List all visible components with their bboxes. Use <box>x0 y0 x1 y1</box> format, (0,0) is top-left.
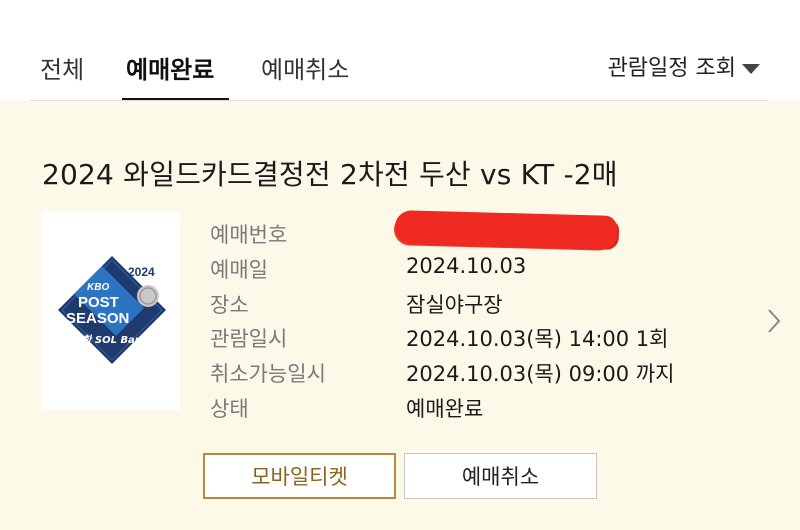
logo-kbo-text: KBO <box>87 282 109 293</box>
mobile-ticket-button[interactable]: 모바일티켓 <box>203 453 396 499</box>
tab-bar: 전체 예매완료 예매취소 관람일정 조회 <box>0 0 800 102</box>
logo-year-text: 2024 <box>128 265 155 279</box>
event-thumbnail: KBO 2024 POST SEASON 신한 SOL Bank <box>42 212 180 410</box>
detail-label: 상태 <box>210 397 249 421</box>
detail-value: 2024.10.03(목) 09:00 까지 <box>406 362 675 386</box>
redacted-booking-number <box>394 210 618 250</box>
detail-value: 잠실야구장 <box>406 293 503 317</box>
detail-label: 장소 <box>210 293 249 317</box>
tab-booking-complete[interactable]: 예매완료 <box>126 50 214 85</box>
cancel-booking-button[interactable]: 예매취소 <box>404 453 597 499</box>
booking-title: 2024 와일드카드결정전 2차전 두산 vs KT -2매 <box>42 158 618 191</box>
detail-value: 2024.10.03(목) 14:00 1회 <box>406 327 669 351</box>
chevron-right-icon[interactable] <box>766 307 782 335</box>
tab-all[interactable]: 전체 <box>40 50 84 85</box>
detail-label: 관람일시 <box>210 327 288 351</box>
view-schedule-dropdown[interactable]: 관람일정 조회 <box>608 50 760 82</box>
logo-post-text: POST <box>78 294 119 311</box>
detail-label: 예매일 <box>210 258 268 282</box>
detail-value: 2024.10.03 <box>406 254 527 278</box>
detail-label: 취소가능일시 <box>210 362 326 386</box>
view-schedule-label: 관람일정 조회 <box>607 56 736 81</box>
caret-down-icon <box>742 64 760 74</box>
status-value: 예매완료 <box>406 397 484 421</box>
detail-label: 예매번호 <box>210 223 288 247</box>
booking-card[interactable]: 2024 와일드카드결정전 2차전 두산 vs KT -2매 KBO 2024 … <box>0 101 800 530</box>
logo-sponsor-text: 신한 SOL Bank <box>73 334 150 346</box>
postseason-logo: KBO 2024 POST SEASON 신한 SOL Bank <box>58 256 166 364</box>
logo-season-text: SEASON <box>66 310 129 327</box>
tab-booking-cancelled[interactable]: 예매취소 <box>261 50 349 85</box>
